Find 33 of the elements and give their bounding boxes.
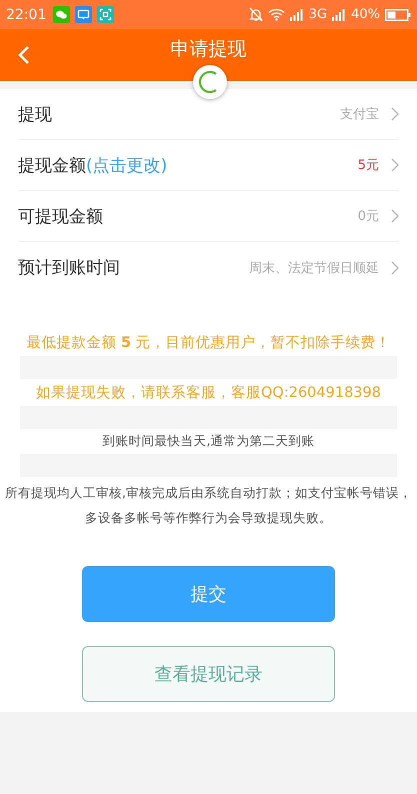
notice-text: 如果提现失败，请联系客服，客服QQ:2604918398 [35,384,382,403]
scan-app-icon [97,6,114,23]
signal-icon [290,8,304,20]
signal-icon [332,8,346,20]
chevron-icon [391,260,399,274]
row-label: 预计到账时间 [18,257,120,279]
network-type: 3G [308,7,328,22]
page-title: 申请提现 [170,37,246,62]
list-row[interactable]: 可提现金额 0元 [18,191,399,242]
row-value: 周末、法定节假日顺延 [249,260,379,276]
chat-app-icon [53,6,70,23]
chevron-icon [391,107,399,121]
muted-bell-icon [248,7,263,22]
row-label: 提现金额 [18,154,86,176]
notice-text: 所有提现均人工审核,审核完成后由系统自动打款；如支付宝帐号错误，多设备多帐号等作弊行为会导致提现失败。 [4,484,413,527]
battery-percent: 40% [351,7,380,22]
row-value: 5元 [358,157,379,174]
chevron-icon [391,158,399,172]
row-value: 0元 [358,208,379,225]
wifi-icon [268,8,285,21]
row-label: 可提现金额 [18,206,103,228]
list-row[interactable]: 预计到账时间 周末、法定节假日顺延 [18,242,399,293]
message-app-icon [75,6,92,23]
notice-text: 到账时间最快当天,通常为第二天到账 [102,432,316,450]
clock: 22:01 [6,6,46,22]
battery-icon [385,8,411,20]
list-row[interactable]: 提现金额(点击更改) 5元 [18,140,399,191]
chevron-icon [391,209,399,223]
back-icon[interactable] [18,45,30,65]
list-row[interactable]: 提现 支付宝 [18,89,399,140]
row-label: 提现 [18,104,52,126]
row-value: 支付宝 [340,106,379,123]
notice-text: 最低提款金额 5 元，目前优惠用户，暂不扣除手续费！ [25,334,392,353]
